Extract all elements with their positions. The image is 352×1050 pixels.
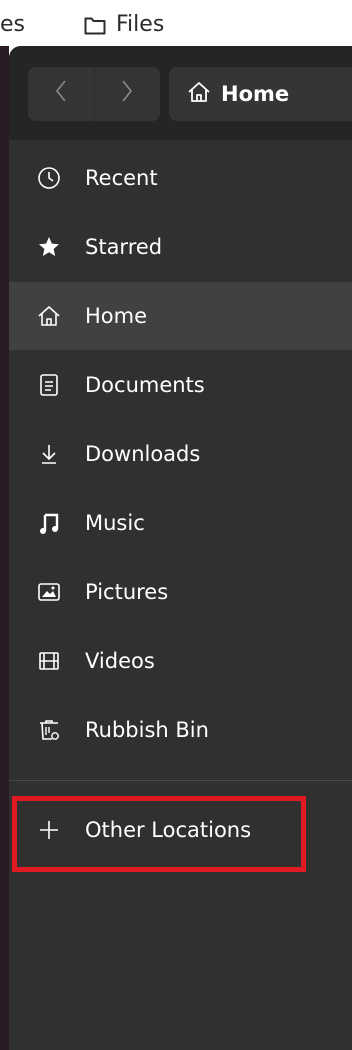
panel-app-menu[interactable]: Files — [84, 12, 164, 37]
sidebar-item-music[interactable]: Music — [9, 489, 352, 557]
sidebar-item-label: Videos — [85, 649, 155, 673]
back-button[interactable] — [28, 67, 94, 121]
sidebar-item-recent[interactable]: Recent — [9, 144, 352, 212]
home-icon — [35, 302, 63, 330]
window-frame-edge — [0, 46, 9, 1050]
header-bar: Home — [9, 46, 352, 140]
sidebar-item-rubbish-bin[interactable]: Rubbish Bin — [9, 696, 352, 764]
sidebar-item-documents[interactable]: Documents — [9, 351, 352, 419]
sidebar-item-label: Documents — [85, 373, 205, 397]
panel-text-fragment: es — [0, 12, 25, 37]
sidebar-item-label: Starred — [85, 235, 163, 259]
plus-icon — [35, 816, 63, 844]
video-icon — [35, 647, 63, 675]
sidebar-item-label: Home — [85, 304, 148, 328]
document-icon — [35, 371, 63, 399]
chevron-right-icon — [120, 79, 134, 110]
music-icon — [35, 509, 63, 537]
navigation-buttons — [28, 67, 160, 121]
sidebar-item-downloads[interactable]: Downloads — [9, 420, 352, 488]
picture-icon — [35, 578, 63, 606]
download-icon — [35, 440, 63, 468]
home-icon — [187, 81, 211, 108]
sidebar-item-label: Downloads — [85, 442, 201, 466]
panel-app-name: Files — [116, 12, 165, 37]
sidebar-item-label: Other Locations — [85, 818, 252, 842]
files-window: Home Recent Starred Home Documents Downl… — [9, 46, 352, 1050]
top-panel: es Files — [0, 0, 352, 46]
folder-icon — [84, 15, 106, 35]
sidebar: Recent Starred Home Documents Downloads — [9, 140, 352, 1050]
path-bar-home[interactable]: Home — [169, 67, 352, 121]
sidebar-item-home[interactable]: Home — [9, 282, 352, 350]
chevron-left-icon — [54, 79, 68, 110]
sidebar-divider — [9, 780, 352, 781]
sidebar-item-label: Recent — [85, 166, 158, 190]
sidebar-item-pictures[interactable]: Pictures — [9, 558, 352, 626]
sidebar-item-starred[interactable]: Starred — [9, 213, 352, 281]
sidebar-item-videos[interactable]: Videos — [9, 627, 352, 695]
clock-icon — [35, 164, 63, 192]
sidebar-item-other-locations[interactable]: Other Locations — [9, 796, 352, 864]
sidebar-item-label: Music — [85, 511, 145, 535]
path-label: Home — [221, 82, 290, 106]
trash-icon — [35, 716, 63, 744]
sidebar-item-label: Pictures — [85, 580, 169, 604]
star-icon — [35, 233, 63, 261]
sidebar-item-label: Rubbish Bin — [85, 718, 209, 742]
forward-button[interactable] — [95, 67, 161, 121]
